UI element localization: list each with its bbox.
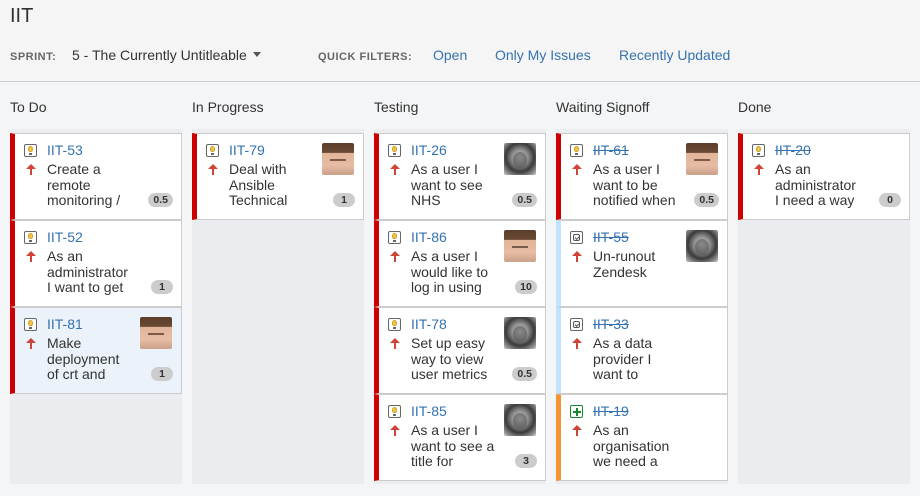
story-icon xyxy=(388,405,401,418)
story-icon xyxy=(752,144,765,157)
issue-summary: Un-runout Zendesk xyxy=(593,249,656,280)
story-icon xyxy=(388,318,401,331)
new-feature-icon xyxy=(570,405,583,418)
issue-summary: As an organisation we need a xyxy=(593,423,670,469)
quick-filter-recently-updated[interactable]: Recently Updated xyxy=(619,47,730,63)
estimate-badge: 0 xyxy=(879,193,901,207)
priority-high-icon xyxy=(390,425,400,437)
estimate-badge: 10 xyxy=(515,280,537,294)
quick-filters-label: QUICK FILTERS: xyxy=(318,51,413,63)
issue-key[interactable]: IIT-78 xyxy=(411,316,447,332)
issue-key[interactable]: IIT-53 xyxy=(47,142,83,158)
estimate-badge: 3 xyxy=(515,454,537,468)
sprint-selector[interactable]: 5 - The Currently Untitleable xyxy=(72,47,261,63)
column-header-in-progress: In Progress xyxy=(192,99,264,115)
estimate-badge: 1 xyxy=(151,367,173,381)
issue-summary: Deal with Ansible Technical xyxy=(229,162,288,208)
issue-card[interactable]: IIT-78 Set up easy way to view user metr… xyxy=(374,307,546,394)
issue-card[interactable]: IIT-86 As a user I would like to log in … xyxy=(374,220,546,307)
issue-summary: As a data provider I want to xyxy=(593,336,653,382)
issue-key[interactable]: IIT-20 xyxy=(775,142,811,158)
task-icon xyxy=(570,318,583,331)
issue-key[interactable]: IIT-55 xyxy=(593,229,629,245)
estimate-badge: 1 xyxy=(151,280,173,294)
issue-key[interactable]: IIT-52 xyxy=(47,229,83,245)
issue-summary: As a user I want to see a title for xyxy=(411,423,495,469)
priority-high-icon xyxy=(208,164,218,176)
story-icon xyxy=(388,231,401,244)
story-icon xyxy=(24,231,37,244)
issue-summary: Create a remote monitoring / xyxy=(47,162,121,208)
priority-high-icon xyxy=(26,164,36,176)
issue-summary: As an administrator I need a way xyxy=(775,162,856,208)
issue-key[interactable]: IIT-33 xyxy=(593,316,629,332)
issue-card-selected[interactable]: IIT-81 Make deployment of crt and 1 xyxy=(10,307,182,394)
issue-card[interactable]: IIT-26 As a user I want to see NHS 0.5 xyxy=(374,133,546,220)
estimate-badge: 0.5 xyxy=(512,193,537,207)
estimate-badge: 0.5 xyxy=(512,367,537,381)
issue-card[interactable]: IIT-61 As a user I want to be notified w… xyxy=(556,133,728,220)
story-icon xyxy=(206,144,219,157)
estimate-badge: 0.5 xyxy=(694,193,719,207)
issue-key[interactable]: IIT-79 xyxy=(229,142,265,158)
issue-summary: As a user I want to be notified when xyxy=(593,162,676,208)
issue-card[interactable]: IIT-20 As an administrator I need a way … xyxy=(738,133,910,220)
priority-high-icon xyxy=(26,338,36,350)
issue-card[interactable]: IIT-55 Un-runout Zendesk xyxy=(556,220,728,307)
priority-high-icon xyxy=(754,164,764,176)
issue-card[interactable]: IIT-52 As an administrator I want to get… xyxy=(10,220,182,307)
column-header-testing: Testing xyxy=(374,99,419,115)
sprint-value: 5 - The Currently Untitleable xyxy=(72,47,247,63)
issue-card[interactable]: IIT-19 As an organisation we need a xyxy=(556,394,728,481)
issue-card[interactable]: IIT-79 Deal with Ansible Technical 1 xyxy=(192,133,364,220)
story-icon xyxy=(24,144,37,157)
story-icon xyxy=(570,144,583,157)
issue-card[interactable]: IIT-33 As a data provider I want to xyxy=(556,307,728,394)
issue-card[interactable]: IIT-85 As a user I want to see a title f… xyxy=(374,394,546,481)
issue-key[interactable]: IIT-26 xyxy=(411,142,447,158)
issue-key[interactable]: IIT-61 xyxy=(593,142,629,158)
issue-summary: Make deployment of crt and xyxy=(47,336,120,382)
board-title: IIT xyxy=(10,5,34,27)
column-header-done: Done xyxy=(738,99,772,115)
priority-high-icon xyxy=(572,338,582,350)
story-icon xyxy=(24,318,37,331)
issue-summary: As a user I want to see NHS xyxy=(411,162,483,208)
issue-summary: Set up easy way to view user metrics xyxy=(411,336,488,382)
task-icon xyxy=(570,231,583,244)
priority-high-icon xyxy=(572,251,582,263)
quick-filter-open[interactable]: Open xyxy=(433,47,467,63)
story-icon xyxy=(388,144,401,157)
issue-key[interactable]: IIT-19 xyxy=(593,403,629,419)
priority-high-icon xyxy=(572,164,582,176)
issue-card[interactable]: IIT-53 Create a remote monitoring / 0.5 xyxy=(10,133,182,220)
column-header-waiting-signoff: Waiting Signoff xyxy=(556,99,650,115)
issue-key[interactable]: IIT-86 xyxy=(411,229,447,245)
priority-high-icon xyxy=(26,251,36,263)
estimate-badge: 0.5 xyxy=(148,193,173,207)
quick-filter-only-my-issues[interactable]: Only My Issues xyxy=(495,47,591,63)
issue-summary: As a user I would like to log in using xyxy=(411,249,489,295)
chevron-down-icon xyxy=(252,51,261,57)
column-header-to-do: To Do xyxy=(10,99,47,115)
priority-high-icon xyxy=(390,338,400,350)
priority-high-icon xyxy=(572,425,582,437)
issue-key[interactable]: IIT-81 xyxy=(47,316,83,332)
board-header: IIT SPRINT: 5 - The Currently Untitleabl… xyxy=(0,0,920,82)
estimate-badge: 1 xyxy=(333,193,355,207)
issue-summary: As an administrator I want to get xyxy=(47,249,128,295)
priority-high-icon xyxy=(390,164,400,176)
issue-key[interactable]: IIT-85 xyxy=(411,403,447,419)
priority-high-icon xyxy=(390,251,400,263)
sprint-label: SPRINT: xyxy=(10,51,57,63)
